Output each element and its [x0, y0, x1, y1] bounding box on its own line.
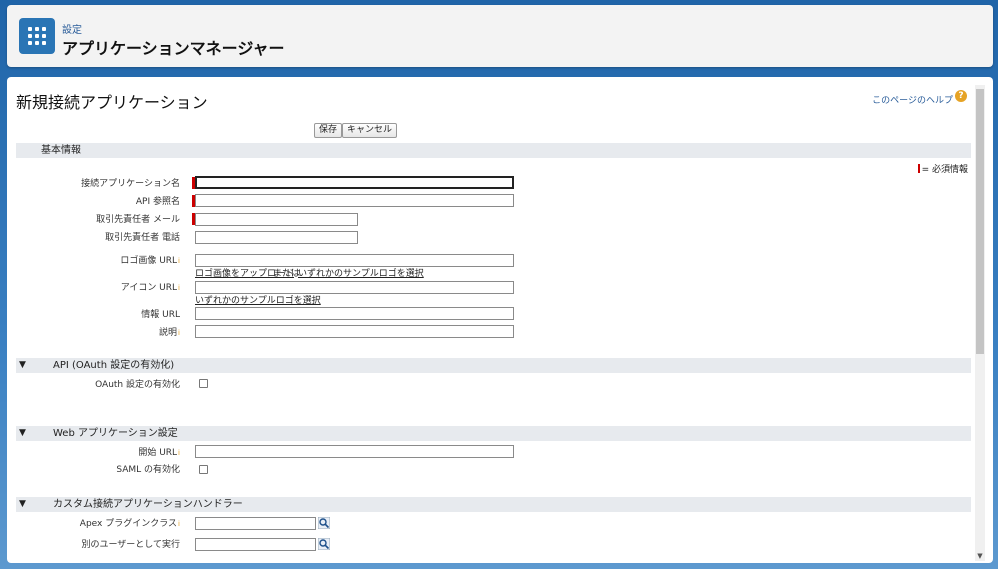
- info-icon[interactable]: i: [178, 329, 180, 337]
- page-title: 新規接続アプリケーション: [16, 93, 208, 112]
- help-icon[interactable]: ?: [955, 90, 967, 102]
- api-name-input[interactable]: [195, 194, 514, 207]
- label-saml-enable: SAML の有効化: [116, 465, 180, 475]
- saml-enable-checkbox[interactable]: [199, 465, 208, 474]
- collapse-triangle-icon[interactable]: ▼: [19, 426, 26, 441]
- label-text: Apex プラグインクラス: [79, 519, 178, 529]
- section-title: カスタム接続アプリケーションハンドラー: [53, 499, 243, 510]
- label-apex-plugin: Apex プラグインクラスi: [7, 516, 180, 529]
- header-title: アプリケーションマネージャー: [62, 39, 285, 58]
- collapse-triangle-icon[interactable]: ▼: [19, 497, 26, 512]
- info-icon[interactable]: i: [178, 520, 180, 528]
- label-text: 開始 URL: [138, 448, 178, 458]
- scroll-down-arrow-icon[interactable]: ▼: [976, 551, 984, 561]
- required-legend: = 必須情報: [917, 162, 968, 175]
- main-panel: 新規接続アプリケーション このページのヘルプ ? 保存 キャンセル 基本情報 =…: [7, 77, 993, 563]
- choose-sample-icon-link[interactable]: いずれかのサンプルロゴを選択: [195, 293, 321, 306]
- lookup-search-icon[interactable]: [318, 538, 330, 550]
- description-input[interactable]: [195, 325, 514, 338]
- section-basic-info: 基本情報: [16, 143, 971, 158]
- label-logo-url: ロゴ画像 URLi: [7, 253, 180, 266]
- label-icon-url: アイコン URLi: [7, 280, 180, 293]
- label-text: ロゴ画像 URL: [120, 256, 178, 266]
- info-icon[interactable]: i: [178, 257, 180, 265]
- info-url-input[interactable]: [195, 307, 514, 320]
- collapse-triangle-icon[interactable]: ▼: [19, 358, 26, 373]
- lookup-search-icon[interactable]: [318, 517, 330, 529]
- start-url-input[interactable]: [195, 445, 514, 458]
- label-contact-email: 取引先責任者 メール: [96, 215, 180, 225]
- help-link[interactable]: このページのヘルプ: [872, 93, 953, 106]
- required-indicator: [917, 164, 920, 173]
- label-connected-app-name: 接続アプリケーション名: [81, 179, 180, 189]
- section-web-app[interactable]: ▼ Web アプリケーション設定: [16, 426, 971, 441]
- info-icon[interactable]: i: [178, 449, 180, 457]
- label-text: アイコン URL: [120, 283, 178, 293]
- or-text: または: [273, 269, 301, 279]
- header-breadcrumb[interactable]: 設定: [62, 21, 82, 36]
- cancel-button[interactable]: キャンセル: [342, 123, 398, 138]
- section-title: API (OAuth 設定の有効化): [53, 360, 175, 371]
- section-api[interactable]: ▼ API (OAuth 設定の有効化): [16, 358, 971, 373]
- scrollbar-thumb[interactable]: [976, 89, 984, 354]
- info-icon[interactable]: i: [178, 284, 180, 292]
- choose-sample-logo-link[interactable]: いずれかのサンプルロゴを選択: [298, 266, 424, 279]
- vertical-scrollbar[interactable]: ▼: [975, 85, 985, 561]
- label-run-as: 別のユーザーとして実行: [81, 540, 180, 550]
- contact-phone-input[interactable]: [195, 231, 358, 244]
- app-launcher-icon[interactable]: [19, 18, 55, 54]
- save-button[interactable]: 保存: [314, 123, 343, 138]
- label-contact-phone: 取引先責任者 電話: [105, 233, 180, 243]
- label-description: 説明i: [7, 325, 180, 338]
- apex-plugin-input[interactable]: [195, 517, 316, 530]
- connected-app-name-input[interactable]: [195, 176, 514, 189]
- label-api-name: API 参照名: [135, 197, 180, 207]
- label-start-url: 開始 URLi: [7, 445, 180, 458]
- oauth-enable-checkbox[interactable]: [199, 379, 208, 388]
- contact-email-input[interactable]: [195, 213, 358, 226]
- section-title: 基本情報: [41, 145, 81, 156]
- app-header: 設定 アプリケーションマネージャー: [7, 5, 993, 67]
- label-text: 説明: [159, 328, 178, 338]
- label-oauth-enable: OAuth 設定の有効化: [95, 380, 180, 390]
- section-title: Web アプリケーション設定: [53, 428, 178, 439]
- label-info-url: 情報 URL: [141, 310, 180, 320]
- run-as-input[interactable]: [195, 538, 316, 551]
- section-custom-handler[interactable]: ▼ カスタム接続アプリケーションハンドラー: [16, 497, 971, 512]
- required-legend-text: = 必須情報: [921, 165, 968, 175]
